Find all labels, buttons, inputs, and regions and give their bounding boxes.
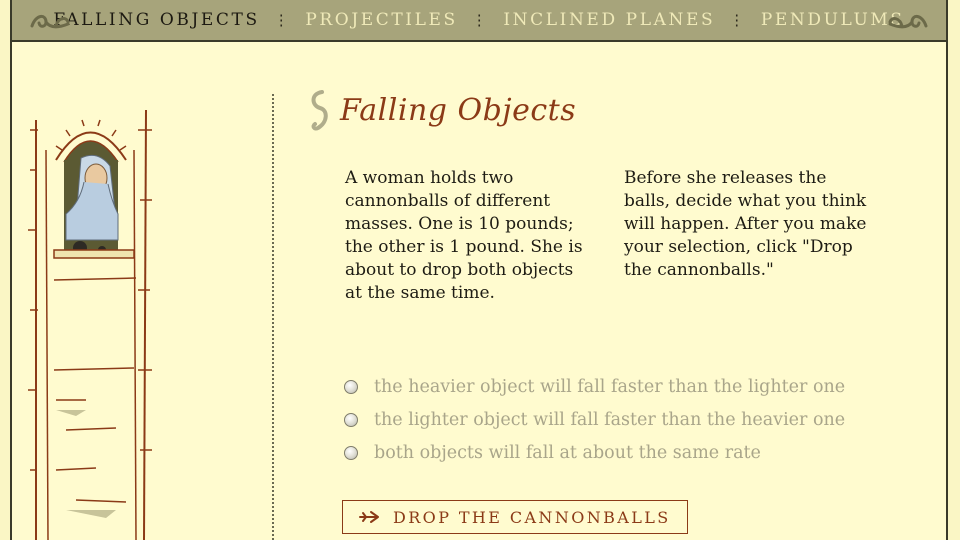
nav-separator: ⋮ xyxy=(471,11,490,29)
radio-icon[interactable] xyxy=(344,379,358,394)
title-block: Falling Objects xyxy=(306,88,576,132)
title-ornament-icon xyxy=(311,90,328,131)
nav-falling-objects[interactable]: FALLING OBJECTS xyxy=(53,10,259,30)
arrow-right-icon xyxy=(359,511,379,523)
option-lighter-faster[interactable]: the lighter object will fall faster than… xyxy=(344,403,845,436)
intro-paragraph: A woman holds two cannonballs of differe… xyxy=(345,168,583,303)
nav-inclined-planes[interactable]: INCLINED PLANES xyxy=(503,10,715,30)
dotted-divider xyxy=(272,94,274,540)
option-label: both objects will fall at about the same… xyxy=(374,442,761,463)
option-label: the lighter object will fall faster than… xyxy=(374,409,846,430)
page-title: Falling Objects xyxy=(340,92,577,128)
option-heavier-faster[interactable]: the heavier object will fall faster than… xyxy=(344,370,845,403)
tower-woman-illustration xyxy=(28,110,152,540)
top-nav: FALLING OBJECTS ⋮ PROJECTILES ⋮ INCLINED… xyxy=(10,0,948,42)
nav-separator: ⋮ xyxy=(273,11,292,29)
nav-separator: ⋮ xyxy=(729,11,747,29)
radio-icon[interactable] xyxy=(344,445,358,460)
flourish-icon xyxy=(888,15,928,29)
radio-icon[interactable] xyxy=(344,412,358,427)
drop-cannonballs-button[interactable]: DROP THE CANNONBALLS xyxy=(342,500,688,534)
prediction-options: the heavier object will fall faster than… xyxy=(344,370,845,469)
nav-pendulums[interactable]: PENDULUMS xyxy=(761,10,905,30)
drop-button-label: DROP THE CANNONBALLS xyxy=(393,507,671,527)
flourish-icon xyxy=(30,15,70,29)
option-label: the heavier object will fall faster than… xyxy=(374,376,846,397)
instruction-paragraph: Before she releases the balls, decide wh… xyxy=(624,168,867,280)
nav-projectiles[interactable]: PROJECTILES xyxy=(305,10,457,30)
option-same-rate[interactable]: both objects will fall at about the same… xyxy=(344,436,845,469)
